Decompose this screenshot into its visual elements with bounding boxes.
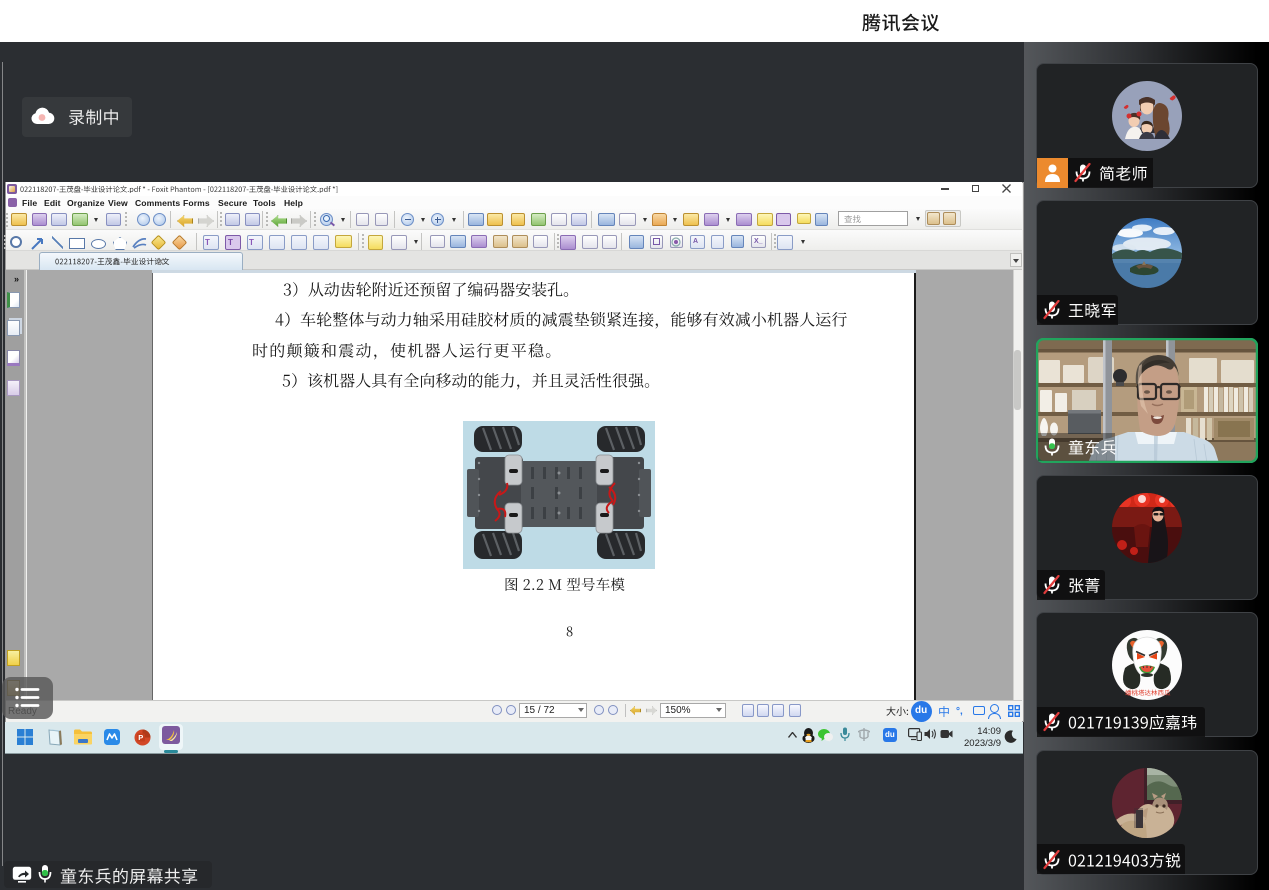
svg-text:P: P: [138, 733, 143, 742]
